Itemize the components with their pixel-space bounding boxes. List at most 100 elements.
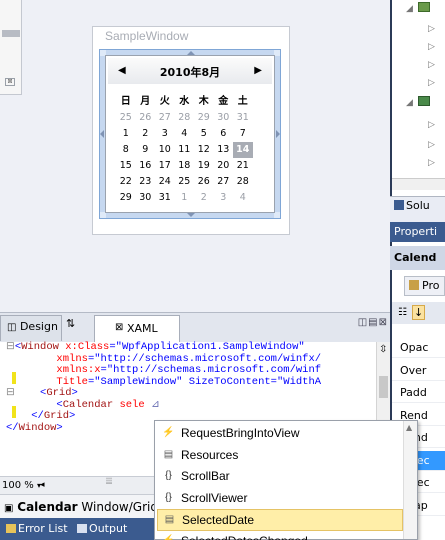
scroll-thumb[interactable] bbox=[379, 376, 388, 398]
solution-explorer[interactable]: ◢ ▷ ▷ ▷ ▷ ◢ ▷ ▷ ▷ bbox=[390, 0, 445, 216]
calendar-day[interactable]: 22 bbox=[116, 174, 136, 190]
breadcrumb-current-element[interactable]: Calendar bbox=[17, 500, 77, 514]
tree-expander-icon[interactable]: ▷ bbox=[428, 120, 435, 130]
calendar-day[interactable]: 12 bbox=[194, 142, 214, 158]
hscroll-left-icon[interactable]: ◂ bbox=[40, 480, 45, 490]
zoom-fit-icon[interactable]: ⊠ bbox=[5, 78, 15, 86]
left-arrow-icon bbox=[100, 130, 104, 138]
calendar-month-label[interactable]: 2010年8月 bbox=[108, 64, 272, 80]
calendar-day[interactable]: 30 bbox=[136, 190, 156, 206]
calendar-day[interactable]: 26 bbox=[194, 174, 214, 190]
calendar-day[interactable]: 9 bbox=[136, 142, 156, 158]
categorized-icon[interactable]: ☷ bbox=[398, 307, 407, 318]
breadcrumb-path[interactable]: Window/Grid bbox=[81, 500, 158, 514]
design-surface[interactable]: ⊠ SampleWindow ◀ 2010年8月 ▶ 日 月 火 水 木 金 土… bbox=[0, 0, 390, 312]
calendar-day[interactable]: 29 bbox=[194, 110, 214, 126]
code-attr: xmlns:x bbox=[56, 364, 101, 376]
completion-item[interactable]: ▤ Resources bbox=[157, 445, 403, 467]
xaml-tab[interactable]: ⊠ XAML bbox=[94, 315, 180, 343]
property-row[interactable]: Opac bbox=[392, 338, 445, 358]
calendar-day[interactable]: 15 bbox=[116, 158, 136, 174]
calendar-day[interactable]: 2 bbox=[194, 190, 214, 206]
tree-expander-icon[interactable]: ▷ bbox=[428, 158, 435, 168]
calendar-day[interactable]: 19 bbox=[194, 158, 214, 174]
calendar-day[interactable]: 31 bbox=[233, 110, 253, 126]
tree-expander-icon[interactable]: ◢ bbox=[406, 4, 413, 14]
calendar-day[interactable]: 28 bbox=[233, 174, 253, 190]
calendar-day[interactable]: 1 bbox=[175, 190, 195, 206]
property-row[interactable]: Padd bbox=[392, 383, 445, 403]
tree-expander-icon[interactable]: ▷ bbox=[428, 78, 435, 88]
calendar-day[interactable]: 3 bbox=[214, 190, 234, 206]
code-tag: Calendar bbox=[62, 398, 114, 411]
calendar-day[interactable]: 23 bbox=[136, 174, 156, 190]
calendar-day[interactable]: 7 bbox=[233, 126, 253, 142]
calendar-day[interactable]: 6 bbox=[214, 126, 234, 142]
code-value: "SampleWindow" SizeToContent="WidthA bbox=[94, 375, 322, 388]
calendar-day[interactable]: 28 bbox=[175, 110, 195, 126]
completion-item[interactable]: {} ScrollBar bbox=[157, 466, 403, 488]
output-tab[interactable]: Output bbox=[89, 522, 127, 535]
weekday-label: 火 bbox=[159, 96, 170, 107]
error-list-tab[interactable]: Error List bbox=[18, 522, 68, 535]
tree-expander-icon[interactable]: ◢ bbox=[406, 98, 413, 108]
solution-hscrollbar[interactable] bbox=[392, 178, 445, 190]
code-tag: Window bbox=[18, 421, 57, 434]
calendar-day[interactable]: 25 bbox=[116, 110, 136, 126]
design-tab-label: Design bbox=[19, 320, 58, 333]
hscroll-thumb-icon[interactable]: ⦙⦙⦙ bbox=[106, 477, 112, 487]
code-punct bbox=[6, 353, 56, 365]
calendar-day[interactable]: 14 bbox=[233, 142, 253, 158]
calendar-day[interactable]: 26 bbox=[136, 110, 156, 126]
calendar-day[interactable]: 30 bbox=[214, 110, 234, 126]
completion-item[interactable]: ⚡ RequestBringIntoView bbox=[157, 423, 403, 445]
calendar-day[interactable]: 16 bbox=[136, 158, 156, 174]
tree-expander-icon[interactable]: ▷ bbox=[428, 42, 435, 52]
completion-item[interactable]: ▤ SelectedDate bbox=[157, 509, 403, 531]
calendar-day[interactable]: 21 bbox=[233, 158, 253, 174]
zoom-level[interactable]: 100 % bbox=[2, 480, 34, 491]
calendar-day[interactable]: 17 bbox=[155, 158, 175, 174]
completion-scrollbar[interactable]: ▲ bbox=[403, 421, 417, 539]
calendar-day[interactable]: 5 bbox=[194, 126, 214, 142]
calendar-day[interactable]: 13 bbox=[214, 142, 234, 158]
completion-item[interactable]: ⚡ SelectedDatesChanged bbox=[157, 531, 403, 540]
scroll-up-icon[interactable]: ▲ bbox=[406, 423, 412, 432]
calendar-day[interactable]: 10 bbox=[155, 142, 175, 158]
design-tab[interactable]: ◫ Design bbox=[0, 315, 62, 341]
calendar-day[interactable]: 20 bbox=[214, 158, 234, 174]
calendar-day[interactable]: 4 bbox=[233, 190, 253, 206]
calendar-day[interactable]: 29 bbox=[116, 190, 136, 206]
tree-expander-icon[interactable]: ▷ bbox=[428, 60, 435, 70]
split-orientation-icons[interactable]: ◫▤⊠ bbox=[358, 317, 388, 328]
tree-expander-icon[interactable]: ▷ bbox=[428, 24, 435, 34]
property-row[interactable]: Over bbox=[392, 361, 445, 381]
calendar-day[interactable]: 1 bbox=[116, 126, 136, 142]
smart-tag-icon[interactable]: ⊿ bbox=[145, 399, 160, 411]
properties-tab[interactable]: Pro bbox=[404, 276, 445, 296]
week-row: 29 30 31 1 2 3 4 bbox=[116, 190, 268, 206]
swap-panes-button[interactable]: ⇅ bbox=[66, 317, 75, 330]
calendar-day[interactable]: 31 bbox=[155, 190, 175, 206]
week-row: 8 9 10 11 12 13 14 bbox=[116, 142, 268, 158]
calendar-day[interactable]: 27 bbox=[155, 110, 175, 126]
completion-item[interactable]: {} ScrollViewer bbox=[157, 488, 403, 510]
calendar-control[interactable]: ◀ 2010年8月 ▶ 日 月 火 水 木 金 土 25 26 27 28 29 30 31… bbox=[105, 55, 275, 213]
calendar-day[interactable]: 25 bbox=[175, 174, 195, 190]
solution-explorer-tab[interactable]: Solu bbox=[390, 196, 445, 216]
intellisense-popup[interactable]: ⚡ RequestBringIntoView ▤ Resources {} ScrollB… bbox=[154, 420, 418, 540]
calendar-day[interactable]: 4 bbox=[175, 126, 195, 142]
calendar-day[interactable]: 11 bbox=[175, 142, 195, 158]
scroll-split-icon[interactable]: ⇳ bbox=[379, 344, 387, 355]
calendar-day[interactable]: 3 bbox=[155, 126, 175, 142]
next-month-button[interactable]: ▶ bbox=[254, 65, 262, 76]
calendar-day[interactable]: 18 bbox=[175, 158, 195, 174]
weekday-label: 木 bbox=[198, 96, 209, 107]
calendar-day[interactable]: 8 bbox=[116, 142, 136, 158]
tree-expander-icon[interactable]: ▷ bbox=[428, 140, 435, 150]
calendar-day[interactable]: 24 bbox=[155, 174, 175, 190]
calendar-day[interactable]: 27 bbox=[214, 174, 234, 190]
sample-window-preview[interactable]: SampleWindow ◀ 2010年8月 ▶ 日 月 火 水 木 金 土 2… bbox=[92, 26, 290, 235]
calendar-day[interactable]: 2 bbox=[136, 126, 156, 142]
sort-alphabetical-icon[interactable]: ↓ bbox=[412, 305, 426, 320]
